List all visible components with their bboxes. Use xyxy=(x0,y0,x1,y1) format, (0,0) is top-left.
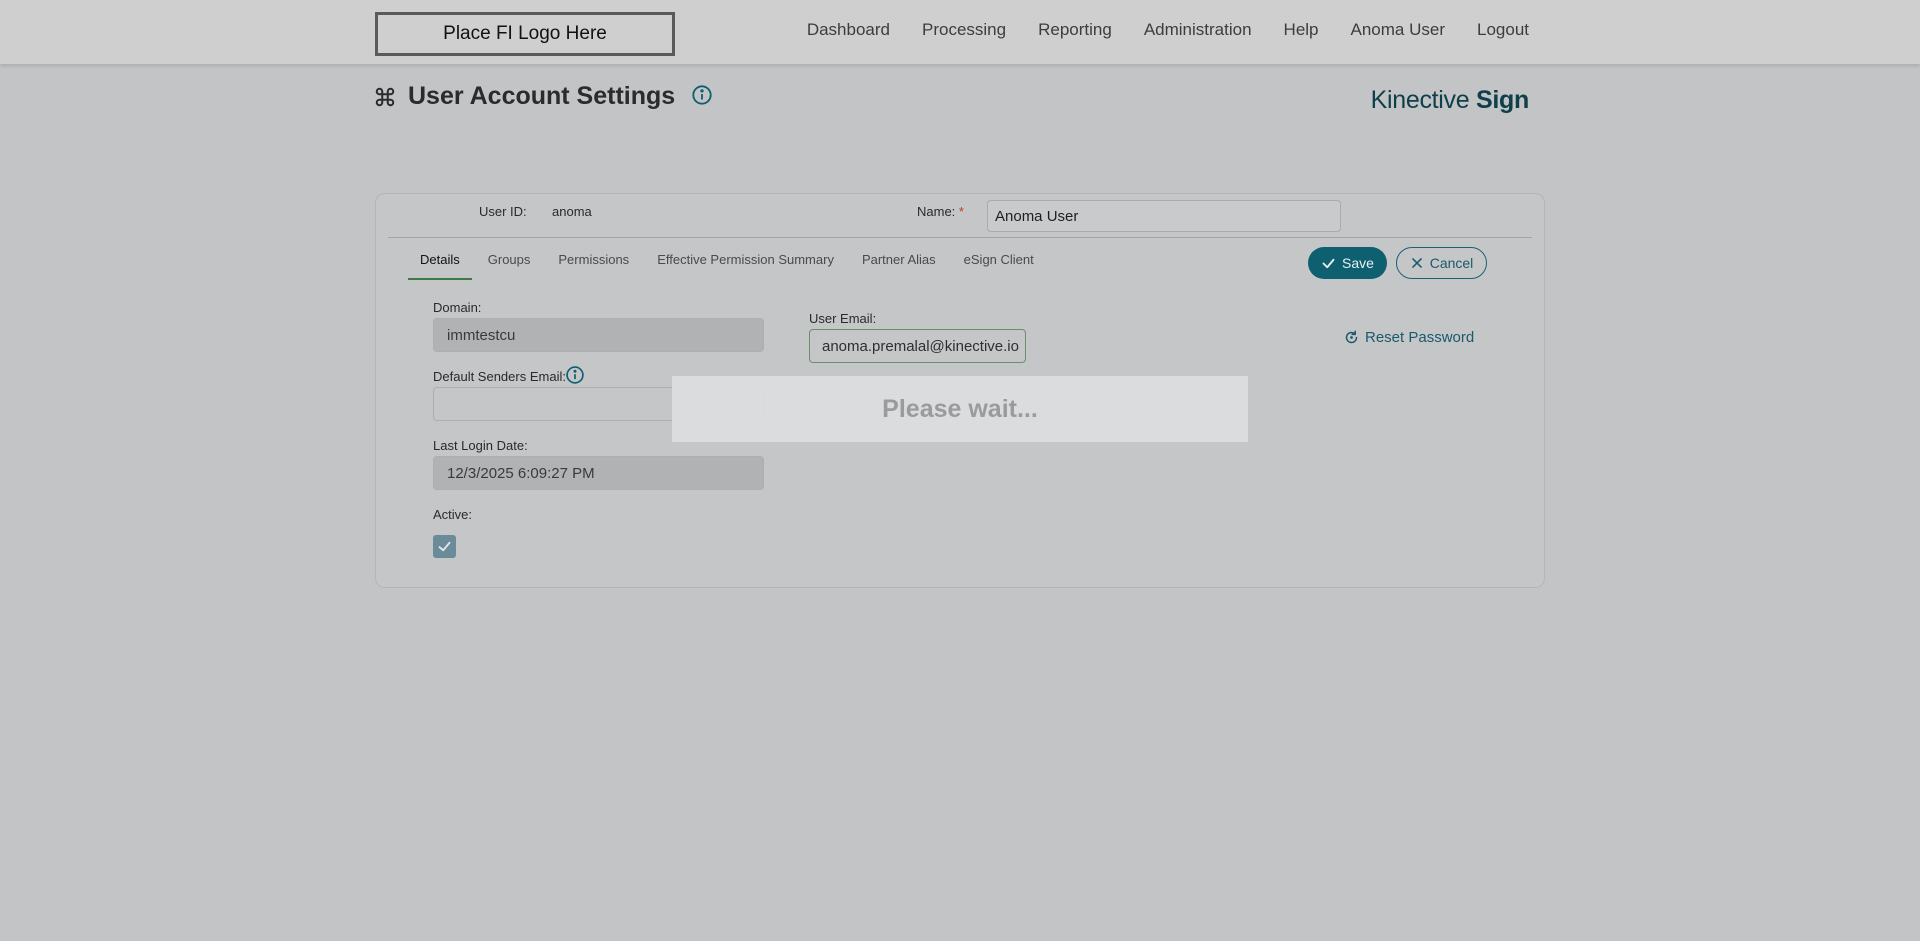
page-title-row: User Account Settings xyxy=(374,82,713,111)
active-label: Active: xyxy=(433,507,473,522)
save-button[interactable]: Save xyxy=(1308,247,1387,279)
user-email-field[interactable]: anoma.premalal@kinective.io xyxy=(809,329,1026,363)
header-divider xyxy=(388,237,1532,238)
reset-password-label: Reset Password xyxy=(1365,329,1475,346)
refresh-icon xyxy=(1345,330,1358,344)
command-icon xyxy=(375,87,395,106)
reset-password-link[interactable]: Reset Password xyxy=(1344,329,1474,346)
nav-dashboard[interactable]: Dashboard xyxy=(807,20,890,40)
last-login-label: Last Login Date: xyxy=(433,438,528,453)
nav-user-menu[interactable]: Anoma User xyxy=(1351,20,1445,40)
required-marker: * xyxy=(958,204,964,219)
user-id-label: User ID: xyxy=(479,204,527,219)
page-title: User Account Settings xyxy=(408,82,676,110)
domain-field: immtestcu xyxy=(433,318,764,352)
nav-processing[interactable]: Processing xyxy=(922,20,1006,40)
tab-effective-permission-summary[interactable]: Effective Permission Summary xyxy=(645,244,846,280)
name-input[interactable]: Anoma User xyxy=(987,200,1341,232)
user-email-label: User Email: xyxy=(809,311,877,326)
brand-bold: Sign xyxy=(1476,86,1529,114)
main-nav: Dashboard Processing Reporting Administr… xyxy=(807,20,1529,40)
tab-partner-alias[interactable]: Partner Alias xyxy=(850,244,948,280)
fi-logo-placeholder[interactable]: Place FI Logo Here xyxy=(375,12,675,56)
name-label-text: Name: xyxy=(917,204,956,219)
tab-groups[interactable]: Groups xyxy=(476,244,543,280)
default-senders-label: Default Senders Email: xyxy=(433,369,566,384)
check-icon xyxy=(1322,258,1335,268)
tab-esign-client[interactable]: eSign Client xyxy=(952,244,1046,280)
settings-tabs: Details Groups Permissions Effective Per… xyxy=(408,244,1050,280)
nav-help[interactable]: Help xyxy=(1284,20,1319,40)
domain-label: Domain: xyxy=(433,300,482,315)
close-icon xyxy=(1411,258,1422,268)
nav-administration[interactable]: Administration xyxy=(1144,20,1252,40)
last-login-field: 12/3/2025 6:09:27 PM xyxy=(433,456,764,490)
info-circle-icon[interactable] xyxy=(691,84,713,106)
user-id-value: anoma xyxy=(552,204,592,219)
tab-details[interactable]: Details xyxy=(408,244,472,280)
info-circle-icon[interactable] xyxy=(565,365,585,385)
please-wait-overlay: Please wait... xyxy=(672,376,1248,442)
nav-reporting[interactable]: Reporting xyxy=(1038,20,1112,40)
cancel-label: Cancel xyxy=(1429,255,1474,271)
save-label: Save xyxy=(1342,255,1374,271)
name-label: Name: * xyxy=(917,204,964,219)
kinective-sign-brand: Kinective Sign xyxy=(1370,86,1530,115)
brand-light: Kinective xyxy=(1370,86,1470,114)
top-navigation-bar: Place FI Logo Here Dashboard Processing … xyxy=(0,0,1920,64)
check-icon xyxy=(438,541,451,552)
nav-logout[interactable]: Logout xyxy=(1477,20,1529,40)
tab-permissions[interactable]: Permissions xyxy=(546,244,641,280)
active-checkbox[interactable] xyxy=(433,535,456,558)
cancel-button[interactable]: Cancel xyxy=(1396,247,1487,279)
